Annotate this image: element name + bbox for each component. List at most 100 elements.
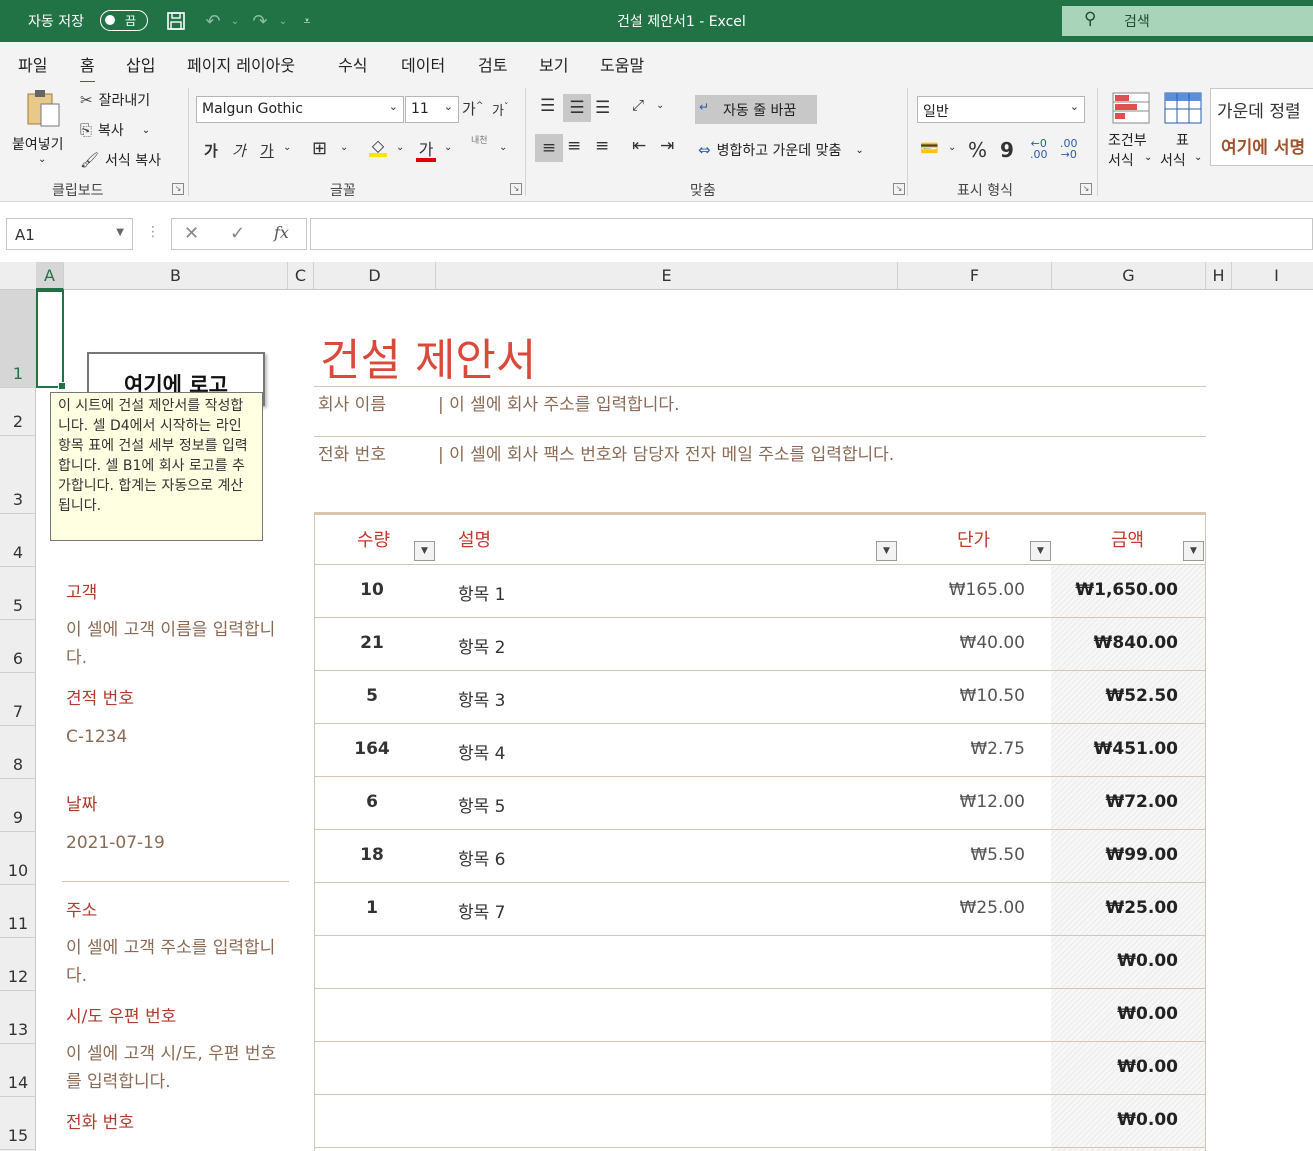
amount-cell[interactable]: ₩72.00: [1105, 792, 1178, 812]
paste-button[interactable]: 붙여넣기 ⌄: [10, 88, 74, 172]
chevron-down-icon[interactable]: ⌄: [444, 142, 452, 153]
increase-decimal-icon[interactable]: ←0.00: [1030, 138, 1048, 160]
align-left-icon[interactable]: ≡: [535, 134, 563, 162]
fill-color-icon[interactable]: ◇: [369, 136, 387, 157]
description-cell[interactable]: 항목 6: [458, 845, 506, 870]
chevron-down-icon[interactable]: ⌄: [283, 142, 291, 153]
save-icon[interactable]: [163, 8, 189, 34]
description-cell[interactable]: 항목 7: [458, 898, 506, 923]
quantity-cell[interactable]: 6: [314, 792, 430, 812]
percent-style-button[interactable]: %: [968, 138, 987, 162]
row-header[interactable]: 14: [0, 1044, 36, 1097]
quantity-cell[interactable]: 10: [314, 580, 430, 600]
enter-check-icon[interactable]: ✓: [230, 223, 245, 244]
name-box[interactable]: A1 ▼: [6, 218, 133, 250]
document-title[interactable]: 건설 제안서: [320, 324, 536, 388]
customer-name-value[interactable]: 이 셀에 고객 이름을 입력합니다.: [66, 616, 286, 672]
style-signature[interactable]: 여기에 서명: [1221, 133, 1305, 158]
merge-center-button[interactable]: ⇔ 병합하고 가운데 맞춤 ⌄: [698, 140, 864, 160]
dialog-launcher-icon[interactable]: ↘: [893, 183, 905, 195]
comma-style-button[interactable]: 9: [1000, 138, 1014, 162]
drag-handle-icon[interactable]: ⋮: [146, 224, 160, 240]
unit-price-cell[interactable]: ₩25.00: [960, 898, 1025, 918]
description-cell[interactable]: 항목 5: [458, 792, 506, 817]
customer-label[interactable]: 고객: [66, 578, 97, 603]
amount-cell[interactable]: ₩52.50: [1105, 686, 1178, 706]
align-right-icon[interactable]: ≡: [595, 136, 609, 156]
amount-cell[interactable]: ₩0.00: [1117, 1110, 1178, 1130]
amount-cell[interactable]: ₩1,650.00: [1075, 580, 1178, 600]
decrease-decimal-icon[interactable]: .00 →0: [1060, 138, 1078, 160]
quantity-cell[interactable]: 21: [314, 633, 430, 653]
align-center-icon[interactable]: ≡: [567, 136, 581, 156]
dialog-launcher-icon[interactable]: ↘: [510, 183, 522, 195]
font-color-icon[interactable]: 가: [416, 136, 436, 162]
filter-dropdown-icon[interactable]: ▼: [414, 541, 435, 561]
style-center[interactable]: 가운데 정렬: [1217, 97, 1301, 122]
chevron-down-icon[interactable]: ⌄: [499, 142, 507, 153]
italic-button[interactable]: 가: [232, 140, 246, 161]
conditional-formatting-button[interactable]: 조건부 서식 ⌄: [1106, 90, 1158, 174]
unit-price-cell[interactable]: ₩12.00: [960, 792, 1025, 812]
formula-input[interactable]: [310, 218, 1313, 250]
header-description[interactable]: 설명: [458, 526, 491, 552]
unit-price-cell[interactable]: ₩165.00: [949, 580, 1025, 600]
row-header[interactable]: 8: [0, 726, 36, 779]
description-cell[interactable]: 항목 2: [458, 633, 506, 658]
unit-price-cell[interactable]: ₩40.00: [960, 633, 1025, 653]
row-header[interactable]: 2: [0, 388, 36, 436]
search-box[interactable]: ⚲ 검색: [1062, 6, 1313, 36]
cut-button[interactable]: ✂ 잘라내기: [80, 90, 150, 110]
amount-cell[interactable]: ₩99.00: [1105, 845, 1178, 865]
row-header[interactable]: 3: [0, 436, 36, 514]
header-quantity[interactable]: 수량: [357, 526, 390, 552]
borders-icon[interactable]: ⊞: [312, 138, 327, 159]
undo-dropdown-icon[interactable]: ⌄: [222, 8, 248, 34]
company-fax-value[interactable]: | 이 셀에 회사 팩스 번호와 담당자 전자 메일 주소를 입력합니다.: [438, 440, 894, 465]
header-amount[interactable]: 금액: [1111, 526, 1144, 552]
chevron-down-icon[interactable]: ⌄: [948, 142, 956, 153]
date-value[interactable]: 2021-07-19: [66, 829, 286, 857]
decrease-indent-icon[interactable]: ⇤: [632, 136, 646, 156]
company-phone-label[interactable]: 전화 번호: [318, 440, 386, 465]
row-header[interactable]: 15: [0, 1097, 36, 1150]
tab-file[interactable]: 파일: [18, 52, 47, 76]
align-bottom-icon[interactable]: ☰: [595, 98, 610, 118]
tab-review[interactable]: 검토: [478, 52, 507, 76]
tab-view[interactable]: 보기: [539, 52, 568, 76]
row-header[interactable]: 11: [0, 885, 36, 938]
quantity-cell[interactable]: 18: [314, 845, 430, 865]
amount-cell[interactable]: ₩25.00: [1105, 898, 1178, 918]
company-address-value[interactable]: | 이 셀에 회사 주소를 입력합니다.: [438, 390, 679, 415]
description-cell[interactable]: 항목 4: [458, 739, 506, 764]
customer-phone-label[interactable]: 전화 번호: [66, 1108, 134, 1133]
row-header[interactable]: 12: [0, 938, 36, 991]
format-painter-button[interactable]: 🖌 서식 복사: [80, 150, 161, 170]
column-header-c[interactable]: C: [288, 262, 314, 290]
row-header[interactable]: 7: [0, 673, 36, 726]
font-size-select[interactable]: 11 ⌄: [405, 96, 459, 123]
column-header-e[interactable]: E: [436, 262, 898, 290]
column-header-g[interactable]: G: [1052, 262, 1206, 290]
quantity-cell[interactable]: 5: [314, 686, 430, 706]
filter-dropdown-icon[interactable]: ▼: [1030, 541, 1051, 561]
font-name-select[interactable]: Malgun Gothic ⌄: [196, 96, 404, 123]
unit-price-cell[interactable]: ₩5.50: [970, 845, 1025, 865]
amount-cell[interactable]: ₩840.00: [1094, 633, 1178, 653]
column-header-b[interactable]: B: [64, 262, 288, 290]
accounting-format-icon[interactable]: 💳: [920, 139, 939, 157]
dialog-launcher-icon[interactable]: ↘: [172, 183, 184, 195]
grow-font-icon[interactable]: 가^: [462, 98, 483, 119]
unit-price-cell[interactable]: ₩2.75: [970, 739, 1025, 759]
unit-price-cell[interactable]: ₩10.50: [960, 686, 1025, 706]
company-name-label[interactable]: 회사 이름: [318, 390, 386, 415]
row-header[interactable]: 1: [0, 290, 36, 388]
autosave-toggle[interactable]: 끔: [100, 10, 148, 31]
header-unit-price[interactable]: 단가: [957, 526, 990, 552]
phonetic-guide-icon[interactable]: 내천: [471, 136, 488, 146]
align-top-icon[interactable]: ☰: [540, 96, 555, 116]
redo-dropdown-icon[interactable]: ⌄: [270, 8, 296, 34]
column-header-h[interactable]: H: [1206, 262, 1232, 290]
date-label[interactable]: 날짜: [66, 790, 97, 815]
row-header[interactable]: 9: [0, 779, 36, 832]
